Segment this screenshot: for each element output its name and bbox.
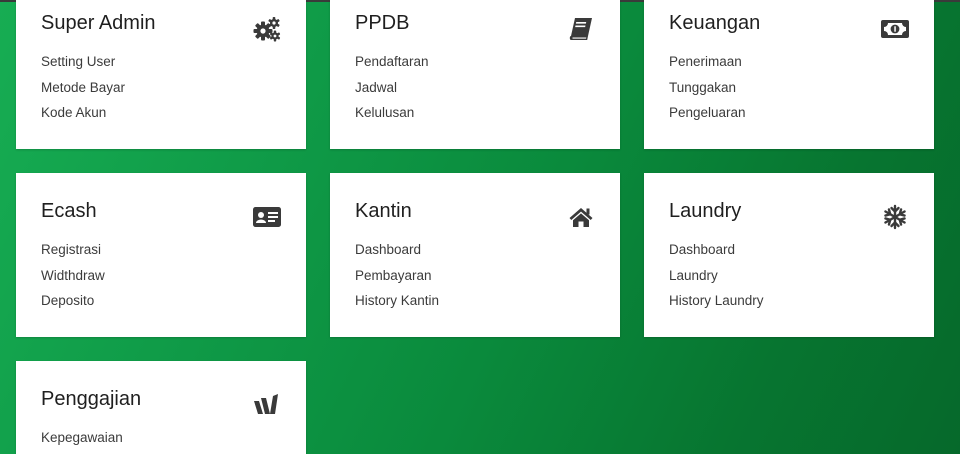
card-ppdb: PPDB Pendaftaran Jadwal Kelulusan [330,0,620,149]
card-menu: Dashboard Pembayaran History Kantin [355,237,439,314]
card-keuangan: Keuangan Penerimaan Tunggakan Pengeluara… [644,0,934,149]
card-title: Laundry [669,200,742,222]
menu-item-kepegawaian[interactable]: Kepegawaian [41,425,123,451]
card-title: Kantin [355,200,412,222]
card-menu: Dashboard Laundry History Laundry [669,237,764,314]
menu-item-history-kantin[interactable]: History Kantin [355,288,439,314]
menu-item-penerimaan[interactable]: Penerimaan [669,49,746,75]
menu-item-setting-user[interactable]: Setting User [41,49,125,75]
home-icon [566,202,596,232]
menu-item-pengeluaran[interactable]: Pengeluaran [669,100,746,126]
money-bill-icon [880,14,910,44]
module-grid: Super Admin Setting User Metode Bayar Ko… [0,0,960,454]
card-kantin: Kantin Dashboard Pembayaran History Kant… [330,173,620,337]
book-icon [566,14,596,44]
gears-icon [252,14,282,44]
card-ecash: Ecash Registrasi Widthdraw Deposito [16,173,306,337]
id-card-icon [252,202,282,232]
card-menu: Penerimaan Tunggakan Pengeluaran [669,49,746,126]
menu-item-widthdraw[interactable]: Widthdraw [41,263,105,289]
menu-item-history-laundry[interactable]: History Laundry [669,288,764,314]
card-title: Super Admin [41,12,156,34]
menu-item-metode-bayar[interactable]: Metode Bayar [41,75,125,101]
card-title: Keuangan [669,12,761,34]
menu-item-kelulusan[interactable]: Kelulusan [355,100,429,126]
menu-item-jadwal[interactable]: Jadwal [355,75,429,101]
menu-item-dashboard[interactable]: Dashboard [669,237,764,263]
menu-item-pendaftaran[interactable]: Pendaftaran [355,49,429,75]
card-title: PPDB [355,12,410,34]
menu-item-laundry[interactable]: Laundry [669,263,764,289]
card-laundry: Laundry Dashboard Laundry History Laundr… [644,173,934,337]
snowflake-icon [880,202,910,232]
menu-item-tunggakan[interactable]: Tunggakan [669,75,746,101]
menu-item-kode-akun[interactable]: Kode Akun [41,100,125,126]
card-super-admin: Super Admin Setting User Metode Bayar Ko… [16,0,306,149]
card-penggajian: Penggajian Kepegawaian [16,361,306,454]
menu-item-pembayaran[interactable]: Pembayaran [355,263,439,289]
menu-item-dashboard[interactable]: Dashboard [355,237,439,263]
menu-item-deposito[interactable]: Deposito [41,288,105,314]
card-menu: Kepegawaian [41,425,123,451]
w-logo-icon [252,390,282,420]
card-menu: Pendaftaran Jadwal Kelulusan [355,49,429,126]
card-menu: Registrasi Widthdraw Deposito [41,237,105,314]
card-title: Penggajian [41,388,142,410]
card-title: Ecash [41,200,97,222]
menu-item-registrasi[interactable]: Registrasi [41,237,105,263]
card-menu: Setting User Metode Bayar Kode Akun [41,49,125,126]
